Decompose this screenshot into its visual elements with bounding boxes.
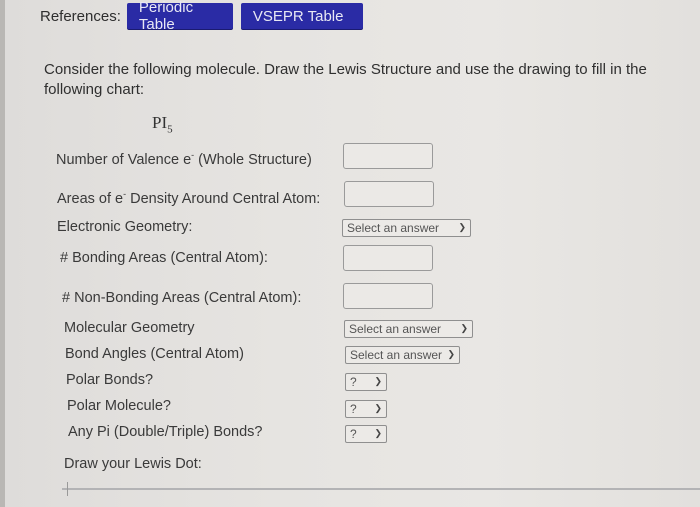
electron-density-areas-label: Areas of e- Density Around Central Atom: <box>57 189 320 207</box>
references-bar: References: Periodic Table VSEPR Table <box>40 0 371 33</box>
molecule-formula: PI5 <box>152 113 173 135</box>
polar-molecule-label: Polar Molecule? <box>67 398 171 414</box>
references-label: References: <box>40 7 121 25</box>
bonding-areas-input[interactable] <box>343 245 433 271</box>
electronic-geometry-label: Electronic Geometry: <box>57 219 193 235</box>
question-text: Consider the following molecule. Draw th… <box>44 61 647 98</box>
polar-molecule-selected: ? <box>350 402 357 416</box>
electronic-geometry-select[interactable]: Select an answer ❯ <box>342 219 471 237</box>
molecular-geometry-label: Molecular Geometry <box>64 320 195 336</box>
chevron-down-icon: ❯ <box>374 403 382 413</box>
pi-bonds-label: Any Pi (Double/Triple) Bonds? <box>68 424 263 440</box>
chevron-down-icon: ❯ <box>374 376 382 386</box>
pi-bonds-select[interactable]: ? ❯ <box>345 425 387 443</box>
chevron-down-icon: ❯ <box>460 323 468 333</box>
chevron-down-icon: ❯ <box>458 222 466 232</box>
nonbonding-areas-label: # Non-Bonding Areas (Central Atom): <box>62 290 302 306</box>
vsepr-table-button[interactable]: VSEPR Table <box>240 3 363 29</box>
vsepr-table-button-label: VSEPR Table <box>252 7 344 25</box>
polar-bonds-selected: ? <box>350 375 357 389</box>
valence-electrons-label: Number of Valence e- (Whole Structure) <box>56 150 312 168</box>
periodic-table-button[interactable]: Periodic Table <box>126 0 233 33</box>
polar-bonds-label: Polar Bonds? <box>66 372 154 388</box>
formula-base: PI <box>152 113 168 132</box>
nonbonding-areas-input[interactable] <box>343 283 433 309</box>
electron-density-areas-input[interactable] <box>344 181 434 207</box>
valence-label-suffix: (Whole Structure) <box>194 152 312 168</box>
density-label-suffix: Density Around Central Atom: <box>126 191 321 207</box>
molecular-geometry-selected: Select an answer <box>349 322 442 336</box>
pi-bonds-selected: ? <box>350 427 357 441</box>
bond-angles-select[interactable]: Select an answer ❯ <box>345 346 460 364</box>
chevron-down-icon: ❯ <box>447 349 455 359</box>
bond-angles-selected: Select an answer <box>350 348 443 362</box>
valence-electrons-input[interactable] <box>343 143 433 169</box>
draw-lewis-dot-label: Draw your Lewis Dot: <box>64 456 202 472</box>
drawing-canvas-border <box>62 488 700 490</box>
periodic-table-button-label: Periodic Table <box>138 0 194 33</box>
formula-subscript: 5 <box>167 123 173 136</box>
screen-bezel-edge <box>0 0 5 507</box>
molecular-geometry-select[interactable]: Select an answer ❯ <box>344 320 473 338</box>
polar-bonds-select[interactable]: ? ❯ <box>345 373 387 391</box>
bonding-areas-label: # Bonding Areas (Central Atom): <box>60 250 268 266</box>
bond-angles-label: Bond Angles (Central Atom) <box>65 346 244 362</box>
chevron-down-icon: ❯ <box>374 428 382 438</box>
lewis-dot-drawing-canvas[interactable] <box>62 480 700 507</box>
crosshair-icon <box>67 482 68 496</box>
density-label-part: Areas of e <box>57 191 124 207</box>
valence-label-part: Number of Valence e <box>56 152 192 168</box>
electronic-geometry-selected: Select an answer <box>347 221 440 235</box>
polar-molecule-select[interactable]: ? ❯ <box>345 400 387 418</box>
